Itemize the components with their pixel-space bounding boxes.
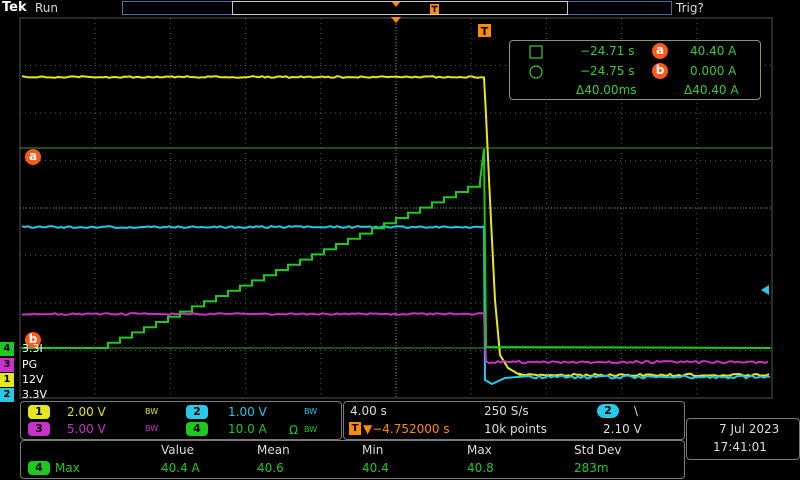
cursor-a-marker[interactable]: a [25, 149, 41, 165]
ch3-label: PG [22, 358, 37, 371]
cursor-a-icon: a [652, 43, 668, 59]
trigger-position-icon: T [349, 422, 361, 435]
sample-rate: 250 S/s [484, 404, 529, 418]
timebase-panel[interactable]: 4.00 s 250 S/s 2 \ T ▼−4.752000 s 10k po… [343, 401, 685, 440]
time-display: 17:41:01 [713, 440, 767, 454]
ch3-chip[interactable]: 3 [28, 422, 50, 436]
trigger-source-chip[interactable]: 2 [597, 404, 619, 418]
ch1-chip[interactable]: 1 [28, 405, 50, 419]
ch1-bw-limit: BW [145, 407, 158, 416]
measure-header-value: Value [161, 443, 194, 457]
date-display: 7 Jul 2023 [719, 422, 779, 436]
measure-ch4-chip[interactable]: 4 [28, 461, 50, 475]
trigger-position[interactable]: ▼−4.752000 s [363, 422, 450, 436]
cursor-a-value: 40.40 A [690, 44, 736, 58]
circle-cursor-icon [530, 66, 542, 78]
cursor-a-time: −24.71 s [580, 44, 634, 58]
ch4-tag[interactable]: 4 [0, 342, 14, 356]
trigger-level-arrow-icon [761, 285, 769, 295]
cursor-readout-panel[interactable]: −24.71 s a 40.40 A −24.75 s b 0.000 A Δ4… [509, 40, 761, 100]
measurement-panel[interactable]: Value Mean Min Max Std Dev 4 Max 40.4 A … [20, 440, 685, 479]
ch1-label: 12V [22, 373, 44, 386]
measure-min: 40.4 [362, 461, 389, 475]
measure-header-min: Min [362, 443, 383, 457]
measure-mean: 40.6 [257, 461, 284, 475]
measure-header-max: Max [467, 443, 492, 457]
measure-value: 40.4 A [161, 461, 200, 475]
ch4-label: 3.3I [22, 342, 43, 355]
ch4-bw-limit: BW [304, 425, 317, 434]
measure-header-mean: Mean [257, 443, 290, 457]
measure-stddev: 283m [574, 461, 609, 475]
cursor-readout-icons [528, 45, 544, 85]
ch4-chip[interactable]: 4 [186, 422, 208, 436]
trigger-time-marker-icon [391, 17, 401, 23]
ch3-bw-limit: BW [145, 424, 158, 433]
ch2-bw-limit: BW [304, 407, 317, 416]
measure-max: 40.8 [467, 461, 494, 475]
ch1-tag[interactable]: 1 [0, 373, 14, 387]
measure-type[interactable]: Max [55, 461, 80, 475]
cursor-delta-value: Δ40.40 A [684, 83, 739, 97]
datetime-panel: 7 Jul 2023 17:41:01 [686, 418, 800, 460]
trigger-slope-icon: \ [634, 404, 638, 418]
trigger-marker-label: T [481, 25, 489, 38]
probe-icon: Ω [289, 423, 298, 437]
channel-settings-panel: 1 2.00 V BW 2 1.00 V BW 3 5.00 V BW 4 10… [20, 401, 342, 440]
horizontal-scale[interactable]: 4.00 s [350, 404, 387, 418]
ch4-scale[interactable]: 10.0 A [228, 422, 267, 436]
trigger-level[interactable]: 2.10 V [603, 422, 642, 436]
ch1-scale[interactable]: 2.00 V [67, 405, 106, 419]
record-length: 10k points [484, 422, 547, 436]
cursor-delta-time: Δ40.00ms [576, 83, 637, 97]
measure-header-stddev: Std Dev [574, 443, 621, 457]
ch3-tag[interactable]: 3 [0, 358, 14, 372]
cursor-b-value: 0.000 A [690, 64, 736, 78]
ch2-scale[interactable]: 1.00 V [228, 405, 267, 419]
ch3-scale[interactable]: 5.00 V [67, 422, 106, 436]
cursor-b-icon: b [652, 63, 668, 79]
ch2-tag[interactable]: 2 [0, 388, 14, 402]
square-cursor-icon [530, 46, 542, 58]
cursor-b-time: −24.75 s [580, 64, 634, 78]
ch2-chip[interactable]: 2 [186, 405, 208, 419]
ch2-label: 3.3V [22, 388, 47, 401]
ch3-trace [22, 313, 768, 363]
